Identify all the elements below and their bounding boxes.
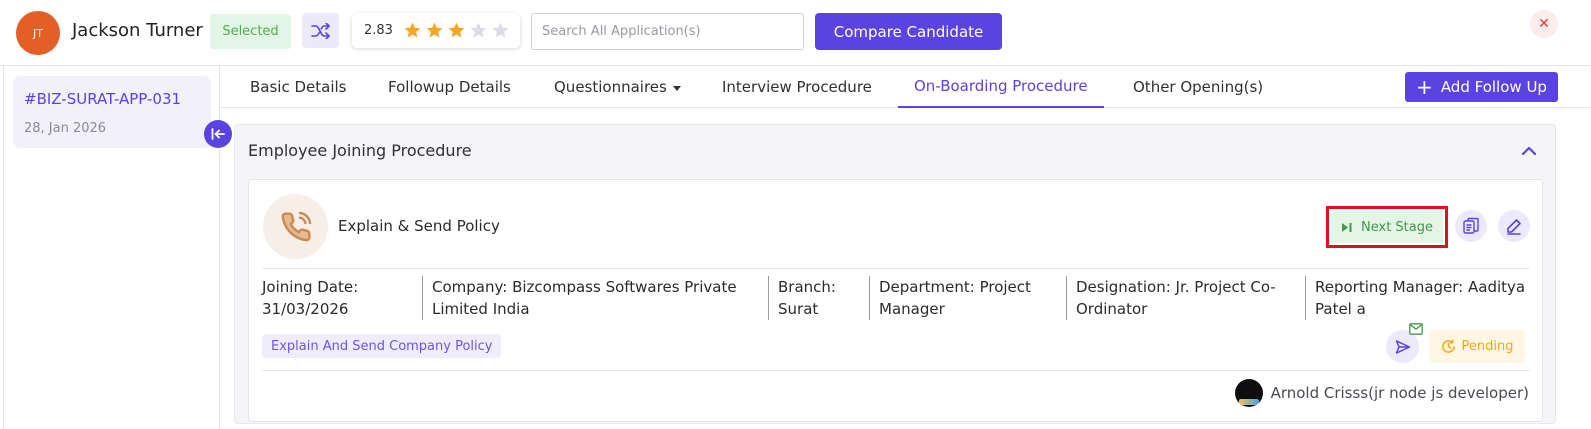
star-filled-icon[interactable] (403, 21, 422, 40)
star-empty-icon[interactable] (469, 21, 488, 40)
company-line-2: Limited India (432, 300, 530, 318)
document-button[interactable] (1455, 210, 1487, 242)
rating-value: 2.83 (364, 23, 393, 38)
tab-questionnaires[interactable]: Questionnaires (554, 66, 681, 108)
star-empty-icon[interactable] (491, 21, 510, 40)
chevron-up-icon[interactable] (1519, 141, 1539, 161)
application-id: #BIZ-SURAT-APP-031 (24, 90, 182, 108)
joining-date: Joining Date: 31/03/2026 (262, 276, 422, 320)
reporting-manager-line-1: Reporting Manager: Aaditya (1315, 278, 1526, 296)
assignee-avatar (1234, 379, 1263, 407)
collapse-left-icon (211, 128, 225, 140)
candidate-name: Jackson Turner (72, 20, 203, 41)
assignee-name: Arnold Crisss(jr node js developer) (1270, 384, 1529, 402)
star-filled-icon[interactable] (425, 21, 444, 40)
divider (262, 268, 1530, 269)
search-input[interactable] (531, 13, 804, 50)
mail-check-icon (1409, 323, 1423, 335)
add-follow-up-button[interactable]: + Add Follow Up (1405, 72, 1558, 102)
tab-on-boarding-procedure[interactable]: On-Boarding Procedure (898, 66, 1104, 108)
status-pending-label: Pending (1461, 339, 1514, 354)
tab-label: Interview Procedure (722, 78, 872, 96)
reporting-manager-info: Reporting Manager: Aaditya Patel a (1305, 276, 1535, 320)
plus-icon: + (1416, 75, 1433, 99)
add-follow-up-label: Add Follow Up (1440, 78, 1547, 96)
status-pending-badge: Pending (1429, 330, 1525, 363)
candidate-avatar: JT (16, 11, 60, 55)
shuffle-icon (310, 22, 330, 39)
phone-icon (281, 211, 311, 241)
procedure-panel: Employee Joining Procedure Explain & Sen… (234, 124, 1556, 424)
designation-line-1: Designation: Jr. Project Co- (1076, 278, 1276, 296)
shuffle-button[interactable] (302, 13, 339, 48)
sidebar: #BIZ-SURAT-APP-031 28, Jan 2026 (3, 66, 220, 429)
next-stage-label: Next Stage (1361, 219, 1433, 235)
rating-widget[interactable]: 2.83 (352, 13, 520, 48)
star-filled-icon[interactable] (447, 21, 466, 40)
tab-interview-procedure[interactable]: Interview Procedure (722, 66, 872, 108)
branch-value: Surat (778, 300, 819, 318)
status-badge: Selected (210, 14, 291, 49)
reporting-manager-line-2: Patel a (1315, 300, 1366, 318)
close-button[interactable]: ✕ (1530, 10, 1558, 38)
next-stage-button-highlight[interactable]: Next Stage (1326, 206, 1448, 248)
designation-info: Designation: Jr. Project Co- Ordinator (1066, 276, 1304, 320)
stage-icon-circle (263, 194, 328, 259)
tab-followup-details[interactable]: Followup Details (388, 66, 511, 108)
tab-basic-details[interactable]: Basic Details (250, 66, 346, 108)
branch-label: Branch: (778, 278, 836, 296)
tab-label: Basic Details (250, 78, 347, 96)
branch-info: Branch: Surat (768, 276, 869, 320)
edit-button[interactable] (1498, 210, 1530, 242)
joining-date-value: 31/03/2026 (262, 300, 349, 318)
edit-pencil-icon (1507, 219, 1521, 235)
collapse-sidebar-button[interactable] (204, 120, 232, 148)
department-info: Department: Project Manager (869, 276, 1065, 320)
tab-label: Questionnaires (554, 78, 667, 96)
document-list-icon (1463, 217, 1479, 234)
department-line-1: Department: Project (879, 278, 1031, 296)
tab-label: On-Boarding Procedure (914, 77, 1088, 95)
company-line-1: Company: Bizcompass Softwares Private (432, 278, 737, 296)
compare-candidate-button[interactable]: Compare Candidate (815, 13, 1002, 50)
next-stage-button[interactable]: Next Stage (1331, 211, 1443, 243)
caret-down-icon (672, 85, 681, 91)
tab-label: Followup Details (388, 78, 511, 96)
joining-date-label: Joining Date: (262, 278, 359, 296)
procedure-title: Employee Joining Procedure (248, 141, 472, 160)
application-date: 28, Jan 2026 (24, 121, 107, 136)
close-icon: ✕ (1538, 16, 1550, 32)
application-card[interactable]: #BIZ-SURAT-APP-031 28, Jan 2026 (13, 76, 211, 148)
assignee: Arnold Crisss(jr node js developer) (1234, 379, 1529, 407)
tab-other-openings[interactable]: Other Opening(s) (1133, 66, 1263, 108)
designation-line-2: Ordinator (1076, 300, 1148, 318)
stage-title: Explain & Send Policy (338, 217, 500, 235)
send-icon (1395, 339, 1410, 354)
stage-card: Explain & Send Policy Next Stage Joining… (248, 179, 1543, 422)
skip-forward-icon (1342, 222, 1352, 232)
tab-bar: Basic Details Followup Details Questionn… (221, 66, 1591, 108)
department-line-2: Manager (879, 300, 945, 318)
company-info: Company: Bizcompass Softwares Private Li… (422, 276, 767, 320)
divider (262, 370, 1530, 371)
clock-pending-icon (1441, 339, 1455, 353)
task-chip: Explain And Send Company Policy (262, 334, 502, 358)
tab-label: Other Opening(s) (1133, 78, 1264, 96)
header: JT Jackson Turner Selected 2.83 Compare … (0, 0, 1591, 66)
